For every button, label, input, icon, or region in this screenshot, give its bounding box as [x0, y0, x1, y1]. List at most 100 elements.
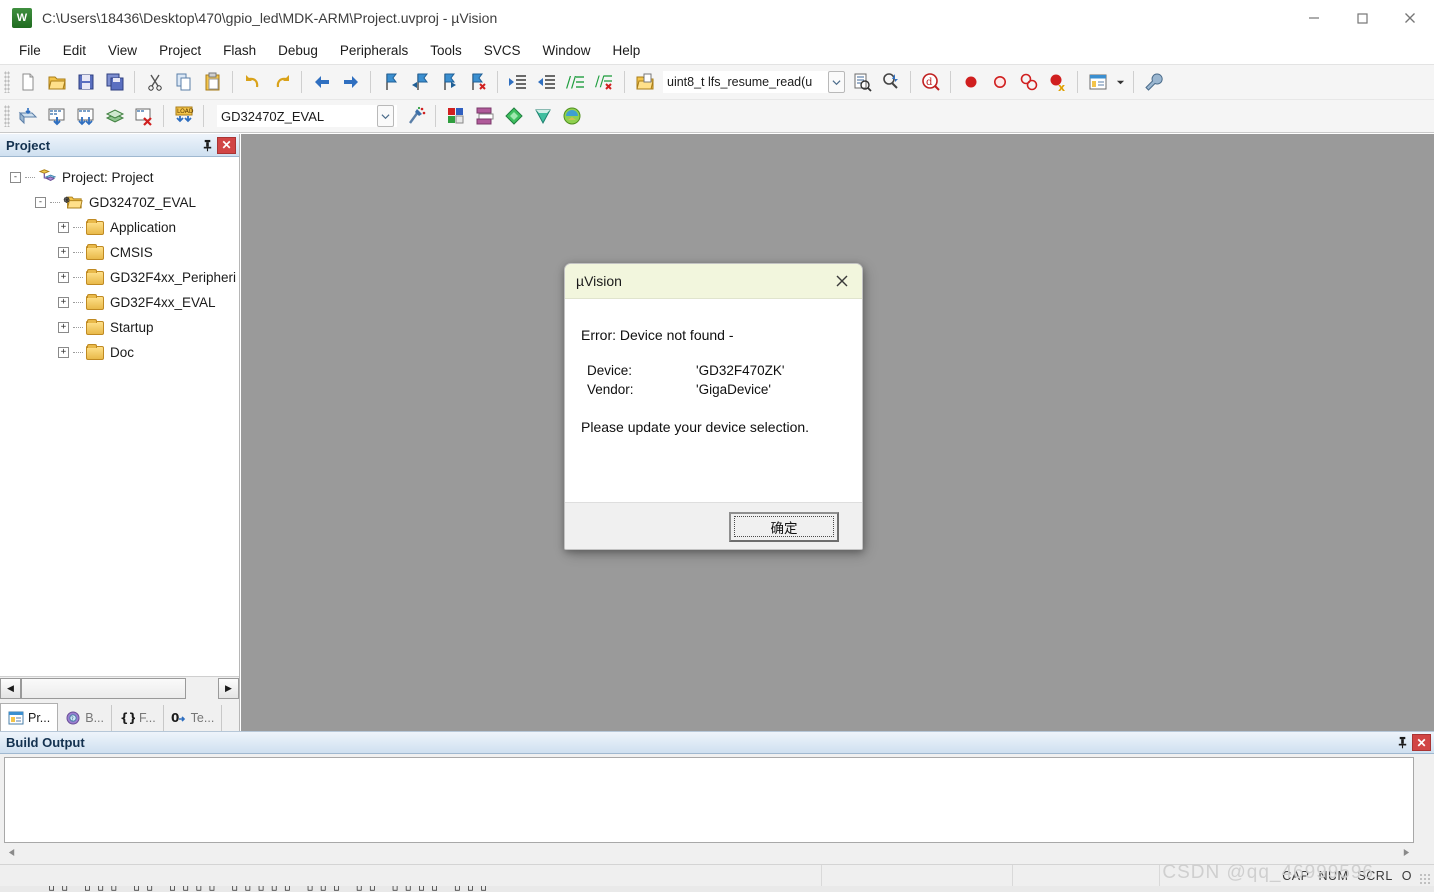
redo-icon[interactable] — [267, 69, 296, 96]
expander-expand[interactable]: + — [58, 297, 69, 308]
open-file-icon[interactable] — [42, 69, 71, 96]
menu-project[interactable]: Project — [148, 39, 212, 62]
tree-node-cmsis[interactable]: + CMSIS — [0, 240, 239, 265]
open-document-icon[interactable] — [630, 69, 659, 96]
build-target-icon[interactable] — [42, 103, 71, 130]
ok-button[interactable]: 确定 — [729, 511, 839, 542]
project-tree[interactable]: - Project: Project - GD32470Z_EVAL + App… — [0, 157, 239, 676]
expander-expand[interactable]: + — [58, 347, 69, 358]
copy-icon[interactable] — [169, 69, 198, 96]
tree-node-gd32f4xx-eval[interactable]: + GD32F4xx_EVAL — [0, 290, 239, 315]
menu-svcs[interactable]: SVCS — [473, 39, 532, 62]
expander-expand[interactable]: + — [58, 247, 69, 258]
chevron-down-icon[interactable] — [377, 105, 394, 127]
target-options-icon[interactable] — [401, 103, 430, 130]
breakpoint-disable-all-icon[interactable] — [1014, 69, 1043, 96]
cut-icon[interactable] — [140, 69, 169, 96]
tab-functions[interactable]: {} F... — [112, 705, 164, 731]
debug-session-icon[interactable]: d — [916, 69, 945, 96]
download-to-flash-icon[interactable]: LOAD — [169, 103, 198, 130]
new-file-icon[interactable] — [13, 69, 42, 96]
tree-node-project[interactable]: - Project: Project — [0, 165, 239, 190]
pin-icon[interactable] — [1392, 733, 1412, 753]
close-icon[interactable] — [822, 264, 862, 298]
scroll-right-button[interactable]: ▶ — [218, 677, 239, 699]
save-all-icon[interactable] — [100, 69, 129, 96]
save-icon[interactable] — [71, 69, 100, 96]
expander-expand[interactable]: + — [58, 272, 69, 283]
chevron-down-icon[interactable] — [828, 71, 845, 93]
bookmark-clear-icon[interactable] — [463, 69, 492, 96]
breakpoint-disable-icon[interactable] — [985, 69, 1014, 96]
expander-expand[interactable]: + — [58, 322, 69, 333]
tab-books[interactable]: ? B... — [58, 705, 112, 731]
multi-project-icon[interactable] — [499, 103, 528, 130]
menu-peripherals[interactable]: Peripherals — [329, 39, 419, 62]
pin-icon[interactable] — [197, 135, 217, 155]
chevron-down-icon[interactable] — [1112, 69, 1128, 96]
function-combo[interactable]: uint8_t lfs_resume_read(u — [663, 71, 845, 93]
bookmark-next-icon[interactable] — [434, 69, 463, 96]
scroll-left-button[interactable] — [4, 845, 20, 861]
comment-lines-icon[interactable]: // — [561, 69, 590, 96]
undo-icon[interactable] — [238, 69, 267, 96]
close-icon[interactable]: ✕ — [217, 136, 236, 154]
expander-collapse[interactable]: - — [10, 172, 21, 183]
menu-edit[interactable]: Edit — [52, 39, 97, 62]
toolbar-grip[interactable] — [4, 71, 10, 93]
tab-project[interactable]: Pr... — [0, 703, 59, 731]
navigate-back-icon[interactable] — [307, 69, 336, 96]
scroll-thumb[interactable] — [21, 677, 186, 699]
menu-view[interactable]: View — [97, 39, 148, 62]
configure-tools-icon[interactable] — [1139, 69, 1168, 96]
scroll-right-button[interactable] — [1398, 845, 1414, 861]
resize-grip[interactable] — [1419, 873, 1431, 885]
build-output-title: Build Output — [6, 735, 85, 750]
project-horizontal-scrollbar[interactable]: ◀ ▶ — [0, 676, 239, 699]
component-manager-icon[interactable] — [557, 103, 586, 130]
expander-expand[interactable]: + — [58, 222, 69, 233]
expander-collapse[interactable]: - — [35, 197, 46, 208]
translate-file-icon[interactable] — [13, 103, 42, 130]
pack-installer-icon[interactable] — [528, 103, 557, 130]
tab-label: Pr... — [28, 710, 51, 725]
menu-help[interactable]: Help — [602, 39, 652, 62]
manage-windows-icon[interactable] — [1083, 69, 1112, 96]
target-combo[interactable]: GD32470Z_EVAL — [217, 105, 397, 127]
rebuild-all-icon[interactable] — [71, 103, 100, 130]
find-in-files-icon[interactable] — [847, 69, 876, 96]
indent-left-icon[interactable] — [532, 69, 561, 96]
menu-debug[interactable]: Debug — [267, 39, 329, 62]
manage-run-time-environment-icon[interactable] — [470, 103, 499, 130]
indent-right-icon[interactable] — [503, 69, 532, 96]
menu-tools[interactable]: Tools — [419, 39, 473, 62]
tab-templates[interactable]: 0 Te... — [164, 705, 223, 731]
bookmark-toggle-icon[interactable] — [376, 69, 405, 96]
build-output-horizontal-scrollbar[interactable] — [4, 844, 1414, 861]
maximize-button[interactable] — [1338, 0, 1386, 36]
breakpoint-insert-icon[interactable] — [956, 69, 985, 96]
stop-build-icon[interactable] — [129, 103, 158, 130]
paste-icon[interactable] — [198, 69, 227, 96]
menu-flash[interactable]: Flash — [212, 39, 267, 62]
tree-node-target[interactable]: - GD32470Z_EVAL — [0, 190, 239, 215]
build-output-text[interactable] — [4, 757, 1414, 843]
incremental-find-icon[interactable] — [876, 69, 905, 96]
bookmark-previous-icon[interactable] — [405, 69, 434, 96]
breakpoint-kill-all-icon[interactable]: x — [1043, 69, 1072, 96]
scroll-left-button[interactable]: ◀ — [0, 677, 21, 699]
tree-node-doc[interactable]: + Doc — [0, 340, 239, 365]
uncomment-lines-icon[interactable]: // — [590, 69, 619, 96]
toolbar-grip[interactable] — [4, 105, 10, 127]
menu-file[interactable]: File — [8, 39, 52, 62]
close-button[interactable] — [1386, 0, 1434, 36]
navigate-forward-icon[interactable] — [336, 69, 365, 96]
tree-node-startup[interactable]: + Startup — [0, 315, 239, 340]
tree-node-application[interactable]: + Application — [0, 215, 239, 240]
close-icon[interactable]: ✕ — [1412, 734, 1431, 751]
menu-window[interactable]: Window — [531, 39, 601, 62]
minimize-button[interactable] — [1290, 0, 1338, 36]
tree-node-gd32f4xx-peripherals[interactable]: + GD32F4xx_Peripheri — [0, 265, 239, 290]
manage-project-items-icon[interactable] — [441, 103, 470, 130]
batch-build-icon[interactable] — [100, 103, 129, 130]
